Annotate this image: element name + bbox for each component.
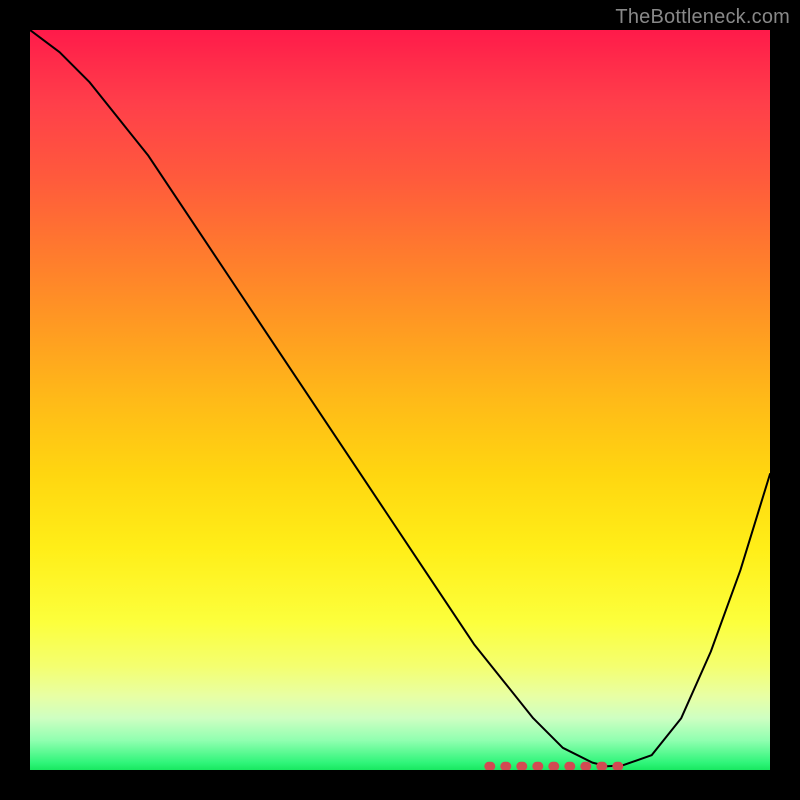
bottleneck-curve (30, 30, 770, 766)
chart-container: TheBottleneck.com (0, 0, 800, 800)
curve-svg (30, 30, 770, 770)
watermark-text: TheBottleneck.com (615, 6, 790, 29)
plot-area (30, 30, 770, 770)
